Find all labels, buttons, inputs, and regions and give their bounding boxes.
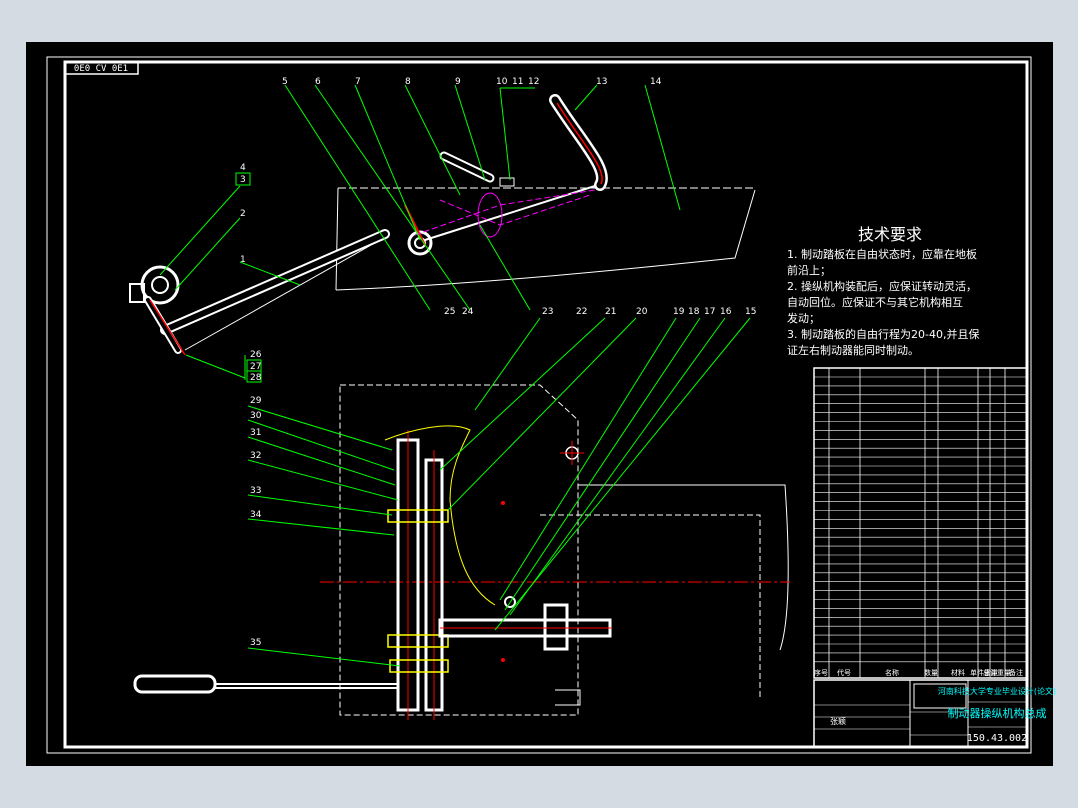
svg-text:12: 12 <box>528 77 539 87</box>
svg-text:32: 32 <box>250 451 261 461</box>
svg-text:14: 14 <box>650 77 662 87</box>
svg-text:10: 10 <box>496 77 508 87</box>
svg-text:16: 16 <box>720 307 732 317</box>
svg-text:24: 24 <box>462 307 474 317</box>
svg-text:21: 21 <box>605 307 616 317</box>
tech-req-line: 证左右制动器能同时制动。 <box>787 343 919 357</box>
svg-text:7: 7 <box>355 77 361 87</box>
bom-header-cell: 材料 <box>951 668 965 677</box>
svg-text:11: 11 <box>512 77 523 87</box>
bom-header-cell: 数量 <box>924 668 938 677</box>
cad-viewer[interactable]: 0E0 CV 0E1 4 3 2 1 5 6 7 8 9 10 11 12 13… <box>0 0 1078 808</box>
svg-text:28: 28 <box>250 373 262 383</box>
tech-req-line: 自动回位。应保证不与其它机构相互 <box>787 295 963 309</box>
tech-req-line: 前沿上； <box>787 263 831 277</box>
drawing-number: 150.43.002 <box>967 733 1027 744</box>
svg-text:35: 35 <box>250 638 261 648</box>
bom-header-cell: 名称 <box>885 668 899 677</box>
svg-text:18: 18 <box>688 307 700 317</box>
bom-header-cell: 备注 <box>1009 668 1023 677</box>
tech-req-line: 发动； <box>787 311 820 325</box>
svg-text:4: 4 <box>240 163 246 173</box>
bom-header-cell: 总计重量 <box>983 668 1011 677</box>
svg-text:9: 9 <box>455 77 461 87</box>
tech-req-line: 1. 制动踏板在自由状态时，应靠在地板 <box>787 247 977 261</box>
svg-text:3: 3 <box>240 175 246 185</box>
svg-text:23: 23 <box>542 307 553 317</box>
bom-header-cell: 序号 <box>814 668 828 677</box>
svg-text:17: 17 <box>704 307 715 317</box>
svg-text:2: 2 <box>240 209 246 219</box>
svg-text:15: 15 <box>745 307 756 317</box>
svg-text:20: 20 <box>636 307 648 317</box>
cad-drawing-canvas[interactable]: 0E0 CV 0E1 4 3 2 1 5 6 7 8 9 10 11 12 13… <box>0 0 1078 808</box>
svg-text:8: 8 <box>405 77 411 87</box>
school-name: 河南科技大学专业毕业设计(论文) <box>938 686 1056 696</box>
drawing-name: 制动器操纵机构总成 <box>948 706 1047 720</box>
code-stamp-text: 0E0 CV 0E1 <box>74 64 128 74</box>
bom-header-cell: 代号 <box>837 668 851 677</box>
svg-text:30: 30 <box>250 411 262 421</box>
tech-req-line: 2. 操纵机构装配后，应保证转动灵活， <box>787 279 977 293</box>
svg-text:33: 33 <box>250 486 261 496</box>
designer-name: 张颖 <box>830 716 846 726</box>
svg-text:19: 19 <box>673 307 685 317</box>
svg-text:1: 1 <box>240 255 246 265</box>
svg-text:13: 13 <box>596 77 607 87</box>
tech-req-line: 3. 制动踏板的自由行程为20-40,并且保 <box>787 327 979 341</box>
svg-text:25: 25 <box>444 307 455 317</box>
svg-text:22: 22 <box>576 307 587 317</box>
svg-text:29: 29 <box>250 396 262 406</box>
svg-text:34: 34 <box>250 510 262 520</box>
tech-req-title: 技术要求 <box>858 225 922 244</box>
svg-text:6: 6 <box>315 77 321 87</box>
svg-text:5: 5 <box>282 77 288 87</box>
svg-text:31: 31 <box>250 428 261 438</box>
svg-text:26: 26 <box>250 350 262 360</box>
